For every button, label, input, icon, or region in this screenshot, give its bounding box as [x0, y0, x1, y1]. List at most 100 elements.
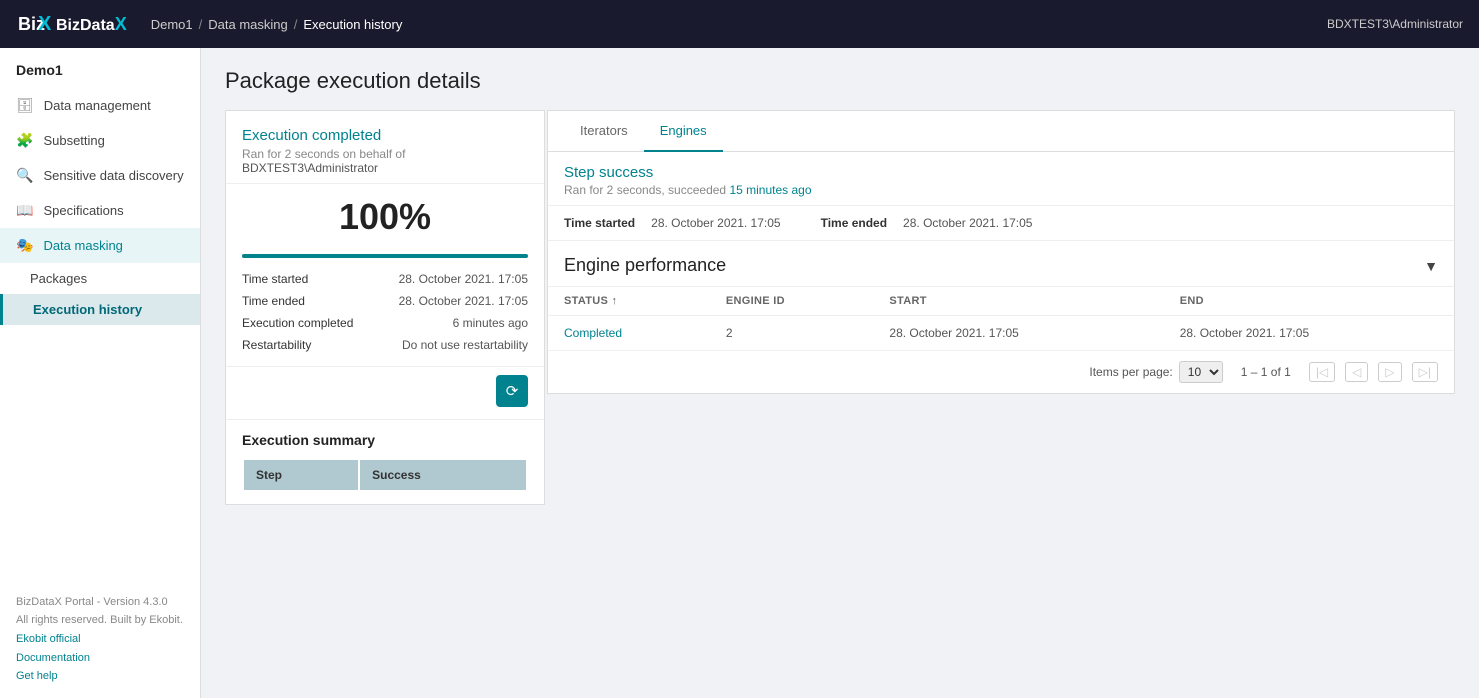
page-first-btn[interactable]: |◁: [1309, 362, 1335, 382]
time-started-group: Time started 28. October 2021. 17:05: [564, 216, 781, 230]
pagination-row: Items per page: 5 10 25 50 1 – 1 of 1 |◁…: [548, 351, 1454, 393]
exec-sub2: BDXTEST3\Administrator: [242, 161, 378, 175]
sidebar: Demo1 🗄 Data management 🧩 Subsetting 🔍 S…: [0, 48, 201, 698]
exec-row-completed: Execution completed 6 minutes ago: [242, 312, 528, 334]
content-area: Package execution details Execution comp…: [201, 48, 1479, 698]
left-panel: Execution completed Ran for 2 seconds on…: [225, 110, 545, 505]
time-row: Time started 28. October 2021. 17:05 Tim…: [548, 206, 1454, 241]
breadcrumb-current: Execution history: [303, 17, 402, 32]
svg-text:X: X: [38, 13, 52, 35]
right-time-started-label: Time started: [564, 216, 635, 230]
breadcrumb: Demo1 / Data masking / Execution history: [151, 17, 1327, 32]
book-icon: 📖: [16, 202, 33, 219]
sidebar-project-title: Demo1: [0, 48, 200, 88]
sidebar-label-data-masking: Data masking: [43, 238, 122, 253]
time-ended-label: Time ended: [242, 294, 305, 308]
time-started-value: 28. October 2021. 17:05: [399, 272, 528, 286]
summary-table: Step Success: [242, 458, 528, 492]
tab-iterators[interactable]: Iterators: [564, 111, 644, 152]
sidebar-sublabel-packages: Packages: [30, 271, 87, 286]
time-ended-value: 28. October 2021. 17:05: [399, 294, 528, 308]
time-ended-group: Time ended 28. October 2021. 17:05: [821, 216, 1033, 230]
sidebar-item-subsetting[interactable]: 🧩 Subsetting: [0, 123, 200, 158]
exec-summary-title: Execution summary: [242, 432, 528, 448]
perf-header: Engine performance ▼: [548, 241, 1454, 287]
sidebar-subitem-packages[interactable]: Packages: [0, 263, 200, 294]
summary-col-step: Step: [244, 460, 358, 490]
page-next-btn[interactable]: ▷: [1378, 362, 1401, 382]
cell-engine-id: 2: [710, 316, 874, 351]
cell-start: 28. October 2021. 17:05: [873, 316, 1163, 351]
footer-link-ekobit[interactable]: Ekobit official: [16, 630, 184, 649]
right-time-ended-label: Time ended: [821, 216, 887, 230]
step-ago: 15 minutes ago: [729, 183, 811, 197]
exec-row-time-started: Time started 28. October 2021. 17:05: [242, 268, 528, 290]
sidebar-label-data-management: Data management: [44, 98, 151, 113]
search-icon: 🔍: [16, 167, 33, 184]
footer-link-help[interactable]: Get help: [16, 667, 184, 686]
per-page-select[interactable]: 5 10 25 50: [1179, 361, 1223, 383]
col-engine-id: ENGINE ID: [710, 287, 874, 316]
table-row: Completed 2 28. October 2021. 17:05 28. …: [548, 316, 1454, 351]
sidebar-sublabel-execution-history: Execution history: [33, 302, 142, 317]
sidebar-label-sensitive-data-discovery: Sensitive data discovery: [43, 168, 183, 183]
mask-icon: 🎭: [16, 237, 33, 254]
footer-rights: All rights reserved. Built by Ekobit.: [16, 611, 184, 630]
breadcrumb-demo1[interactable]: Demo1: [151, 17, 193, 32]
exec-completed-value: 6 minutes ago: [453, 316, 528, 330]
tabs-row: Iterators Engines: [548, 111, 1454, 152]
right-time-ended-value: 28. October 2021. 17:05: [903, 216, 1032, 230]
sidebar-label-specifications: Specifications: [43, 203, 123, 218]
breadcrumb-sep2: /: [294, 17, 298, 32]
per-page-group: Items per page: 5 10 25 50: [1089, 361, 1222, 383]
summary-col-success: Success: [360, 460, 526, 490]
brand-name: BizDataX: [56, 14, 127, 35]
restartability-label: Restartability: [242, 338, 311, 352]
cell-end: 28. October 2021. 17:05: [1164, 316, 1454, 351]
col-end: END: [1164, 287, 1454, 316]
breadcrumb-data-masking[interactable]: Data masking: [208, 17, 287, 32]
perf-table: STATUS ↑ ENGINE ID START END Completed 2…: [548, 287, 1454, 351]
logo: Biz X BizDataX: [16, 6, 127, 42]
sidebar-item-data-management[interactable]: 🗄 Data management: [0, 88, 200, 123]
logo-icon: Biz X: [16, 6, 52, 42]
filter-icon[interactable]: ▼: [1424, 258, 1438, 274]
refresh-button[interactable]: ⟳: [496, 375, 528, 407]
exec-completed-label: Execution completed: [242, 316, 353, 330]
user-info: BDXTEST3\Administrator: [1327, 17, 1463, 31]
footer-link-docs[interactable]: Documentation: [16, 649, 184, 668]
step-sub: Ran for 2 seconds, succeeded 15 minutes …: [564, 183, 1438, 197]
icon-btn-row: ⟳: [226, 367, 544, 419]
col-start: START: [873, 287, 1163, 316]
sidebar-item-sensitive-data-discovery[interactable]: 🔍 Sensitive data discovery: [0, 158, 200, 193]
exec-summary: Execution summary Step Success: [226, 419, 544, 504]
sidebar-item-specifications[interactable]: 📖 Specifications: [0, 193, 200, 228]
database-icon: 🗄: [16, 97, 34, 114]
percent-block: 100%: [226, 184, 544, 246]
tab-engines[interactable]: Engines: [644, 111, 723, 152]
footer-version: BizDataX Portal - Version 4.3.0: [16, 593, 184, 612]
page-title: Package execution details: [225, 68, 1455, 94]
exec-row-time-ended: Time ended 28. October 2021. 17:05: [242, 290, 528, 312]
main-layout: Demo1 🗄 Data management 🧩 Subsetting 🔍 S…: [0, 48, 1479, 698]
right-time-started-value: 28. October 2021. 17:05: [651, 216, 780, 230]
exec-status: Execution completed: [242, 127, 528, 144]
topnav: Biz X BizDataX Demo1 / Data masking / Ex…: [0, 0, 1479, 48]
percent-value: 100%: [242, 196, 528, 238]
time-started-label: Time started: [242, 272, 308, 286]
perf-title: Engine performance: [564, 255, 726, 276]
page-info: 1 – 1 of 1: [1241, 365, 1291, 379]
page-prev-btn[interactable]: ◁: [1345, 362, 1368, 382]
breadcrumb-sep1: /: [199, 17, 203, 32]
exec-details: Time started 28. October 2021. 17:05 Tim…: [226, 258, 544, 367]
sidebar-subitem-execution-history[interactable]: Execution history: [0, 294, 200, 325]
right-panel: Iterators Engines Step success Ran for 2…: [547, 110, 1455, 394]
exec-row-restartability: Restartability Do not use restartability: [242, 334, 528, 356]
sidebar-item-data-masking[interactable]: 🎭 Data masking: [0, 228, 200, 263]
content-columns: Execution completed Ran for 2 seconds on…: [225, 110, 1455, 505]
page-last-btn[interactable]: ▷|: [1412, 362, 1438, 382]
per-page-label: Items per page:: [1089, 365, 1172, 379]
exec-sub1: Ran for 2 seconds on behalf of: [242, 147, 405, 161]
cell-status[interactable]: Completed: [548, 316, 710, 351]
execution-header: Execution completed Ran for 2 seconds on…: [226, 111, 544, 184]
